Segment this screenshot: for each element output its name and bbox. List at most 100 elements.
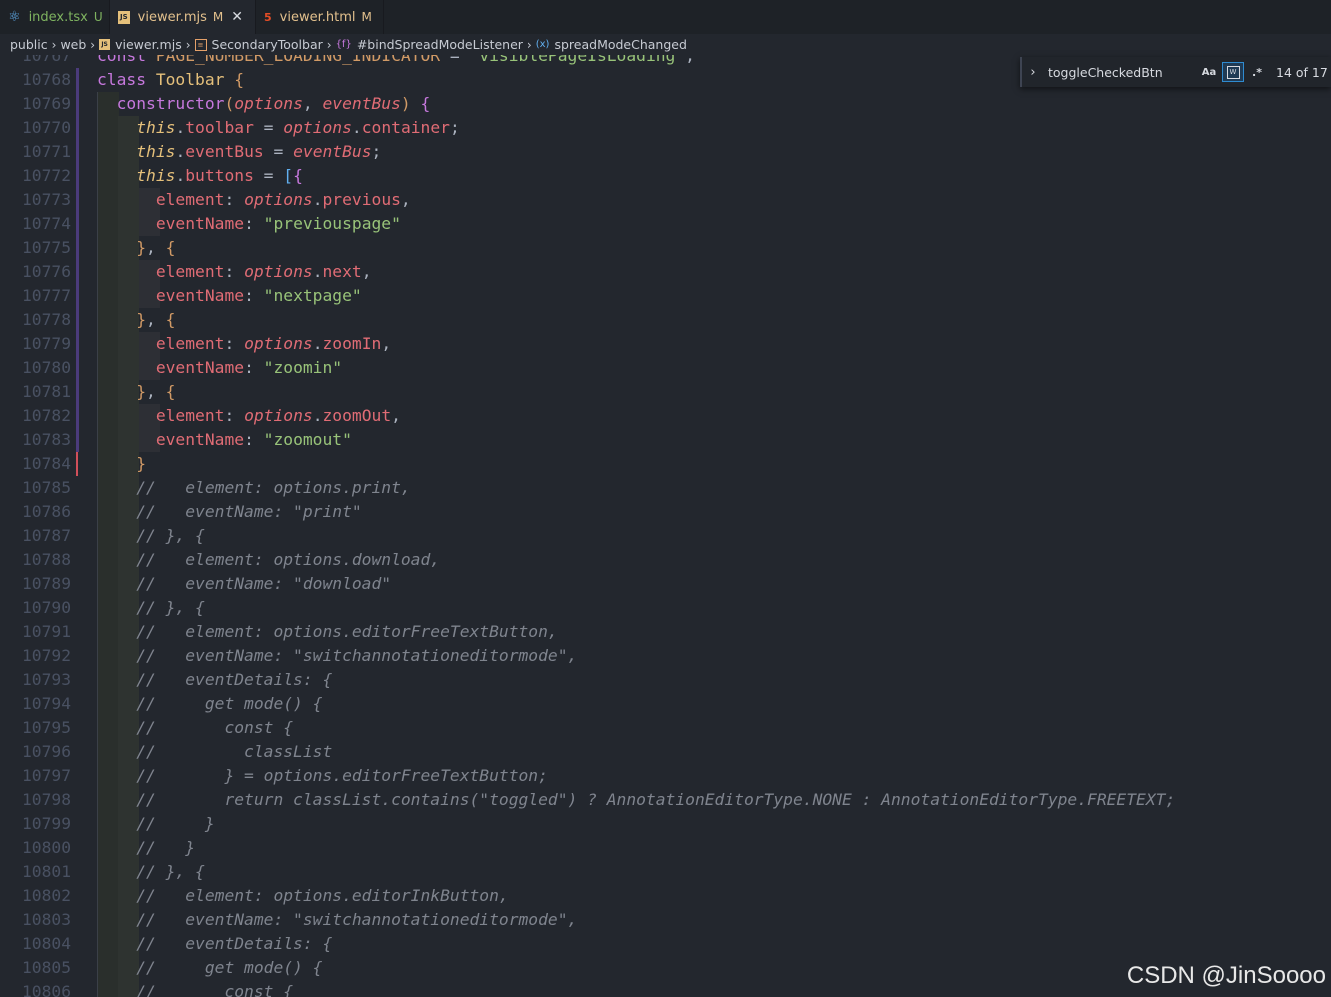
line-number[interactable]: 10792 — [0, 644, 71, 668]
line-number[interactable]: 10790 — [0, 596, 71, 620]
code-text[interactable]: eventName: "nextpage" — [97, 284, 362, 308]
code-token: eventBus — [322, 94, 401, 113]
line-number[interactable]: 10769 — [0, 92, 71, 116]
find-match-count: 14 of 17 — [1276, 64, 1328, 80]
code-text[interactable]: eventName: "previouspage" — [97, 212, 401, 236]
regex-toggle[interactable]: .* — [1246, 62, 1268, 82]
line-number[interactable]: 10778 — [0, 308, 71, 332]
code-text[interactable]: eventName: "zoomout" — [97, 428, 352, 452]
tab-viewer-html[interactable]: 5 viewer.html M — [256, 0, 384, 34]
line-number[interactable]: 10767 — [0, 55, 71, 68]
code-text[interactable]: // } — [97, 836, 195, 860]
line-number[interactable]: 10805 — [0, 956, 71, 980]
breadcrumb-item-spreadmodechanged[interactable]: (x) spreadModeChanged — [536, 37, 687, 52]
line-number[interactable]: 10772 — [0, 164, 71, 188]
code-token: // return classList.contains("toggled") … — [136, 790, 1176, 809]
code-text[interactable]: // eventName: "download" — [97, 572, 391, 596]
line-number[interactable]: 10774 — [0, 212, 71, 236]
code-text[interactable]: this.toolbar = options.container; — [97, 116, 460, 140]
breadcrumb-item-viewermjs[interactable]: JS viewer.mjs — [99, 37, 182, 52]
line-number[interactable]: 10771 — [0, 140, 71, 164]
code-text[interactable]: element: options.zoomOut, — [97, 404, 401, 428]
code-text[interactable]: // element: options.editorInkButton, — [97, 884, 508, 908]
line-number[interactable]: 10775 — [0, 236, 71, 260]
code-text[interactable]: // }, { — [97, 524, 205, 548]
line-number[interactable]: 10776 — [0, 260, 71, 284]
breadcrumb-item-public[interactable]: public — [10, 37, 48, 52]
line-number[interactable]: 10788 — [0, 548, 71, 572]
line-number[interactable]: 10804 — [0, 932, 71, 956]
code-text[interactable]: // classList — [97, 740, 332, 764]
code-text[interactable]: }, { — [97, 380, 175, 404]
line-number[interactable]: 10797 — [0, 764, 71, 788]
code-text[interactable]: element: options.zoomIn, — [97, 332, 391, 356]
line-number[interactable]: 10791 — [0, 620, 71, 644]
close-icon[interactable]: ✕ — [231, 9, 243, 25]
code-editor[interactable]: 10767 const PAGE_NUMBER_LOADING_INDICATOR… — [0, 55, 1331, 997]
line-number[interactable]: 10795 — [0, 716, 71, 740]
code-text[interactable]: eventName: "zoomin" — [97, 356, 342, 380]
code-text[interactable]: class Toolbar { — [97, 68, 244, 92]
line-number[interactable]: 10801 — [0, 860, 71, 884]
code-text[interactable]: // const { — [97, 716, 293, 740]
code-text[interactable]: // get mode() { — [97, 692, 322, 716]
code-text[interactable]: this.eventBus = eventBus; — [97, 140, 381, 164]
find-input[interactable]: toggleCheckedBtn — [1044, 65, 1198, 80]
line-number[interactable]: 10784 — [0, 452, 71, 476]
code-text[interactable]: // get mode() { — [97, 956, 322, 980]
code-text[interactable]: // const { — [97, 980, 293, 997]
breadcrumb-item-secondarytoolbar[interactable]: ≡ SecondaryToolbar — [194, 37, 323, 52]
line-number[interactable]: 10789 — [0, 572, 71, 596]
tab-viewer-mjs[interactable]: JS viewer.mjs M ✕ — [110, 0, 256, 34]
line-number[interactable]: 10779 — [0, 332, 71, 356]
code-text[interactable]: // eventDetails: { — [97, 668, 332, 692]
code-text[interactable]: // }, { — [97, 860, 205, 884]
line-number[interactable]: 10794 — [0, 692, 71, 716]
line-number[interactable]: 10793 — [0, 668, 71, 692]
code-token: container — [361, 118, 450, 137]
code-text[interactable]: // }, { — [97, 596, 205, 620]
breadcrumb-item-web[interactable]: web — [60, 37, 86, 52]
code-text[interactable]: // element: options.download, — [97, 548, 440, 572]
code-text[interactable]: // return classList.contains("toggled") … — [97, 788, 1175, 812]
tab-index-tsx[interactable]: ⚛ index.tsx U — [0, 0, 110, 34]
whole-word-toggle[interactable]: W — [1222, 62, 1244, 82]
code-text[interactable]: } — [97, 452, 146, 476]
code-text[interactable]: // eventName: "switchannotationeditormod… — [97, 644, 577, 668]
line-number[interactable]: 10773 — [0, 188, 71, 212]
line-number[interactable]: 10777 — [0, 284, 71, 308]
line-number[interactable]: 10803 — [0, 908, 71, 932]
code-text[interactable]: const PAGE_NUMBER_LOADING_INDICATOR = "v… — [97, 55, 695, 68]
line-number[interactable]: 10806 — [0, 980, 71, 997]
code-text[interactable]: element: options.next, — [97, 260, 372, 284]
line-number[interactable]: 10785 — [0, 476, 71, 500]
code-text[interactable]: // } — [97, 812, 214, 836]
breadcrumb-item-bindspreadmodelistener[interactable]: {f} #bindSpreadModeListener — [336, 37, 523, 52]
line-number[interactable]: 10782 — [0, 404, 71, 428]
line-number[interactable]: 10786 — [0, 500, 71, 524]
code-text[interactable]: }, { — [97, 308, 175, 332]
toggle-replace-chevron-icon[interactable]: › — [1022, 65, 1044, 80]
line-number[interactable]: 10787 — [0, 524, 71, 548]
code-text[interactable]: // element: options.editorFreeTextButton… — [97, 620, 558, 644]
line-number[interactable]: 10800 — [0, 836, 71, 860]
code-text[interactable]: // eventDetails: { — [97, 932, 332, 956]
code-text[interactable]: }, { — [97, 236, 175, 260]
line-number[interactable]: 10799 — [0, 812, 71, 836]
line-number[interactable]: 10780 — [0, 356, 71, 380]
code-text[interactable]: // eventName: "switchannotationeditormod… — [97, 908, 577, 932]
code-text[interactable]: element: options.previous, — [97, 188, 411, 212]
line-number[interactable]: 10798 — [0, 788, 71, 812]
code-text[interactable]: // eventName: "print" — [97, 500, 361, 524]
line-number[interactable]: 10796 — [0, 740, 71, 764]
match-case-toggle[interactable]: Aa — [1198, 62, 1220, 82]
code-text[interactable]: constructor(options, eventBus) { — [97, 92, 431, 116]
line-number[interactable]: 10770 — [0, 116, 71, 140]
line-number[interactable]: 10768 — [0, 68, 71, 92]
code-text[interactable]: // } = options.editorFreeTextButton; — [97, 764, 548, 788]
code-text[interactable]: // element: options.print, — [97, 476, 410, 500]
code-text[interactable]: this.buttons = [{ — [97, 164, 303, 188]
line-number[interactable]: 10802 — [0, 884, 71, 908]
line-number[interactable]: 10781 — [0, 380, 71, 404]
line-number[interactable]: 10783 — [0, 428, 71, 452]
